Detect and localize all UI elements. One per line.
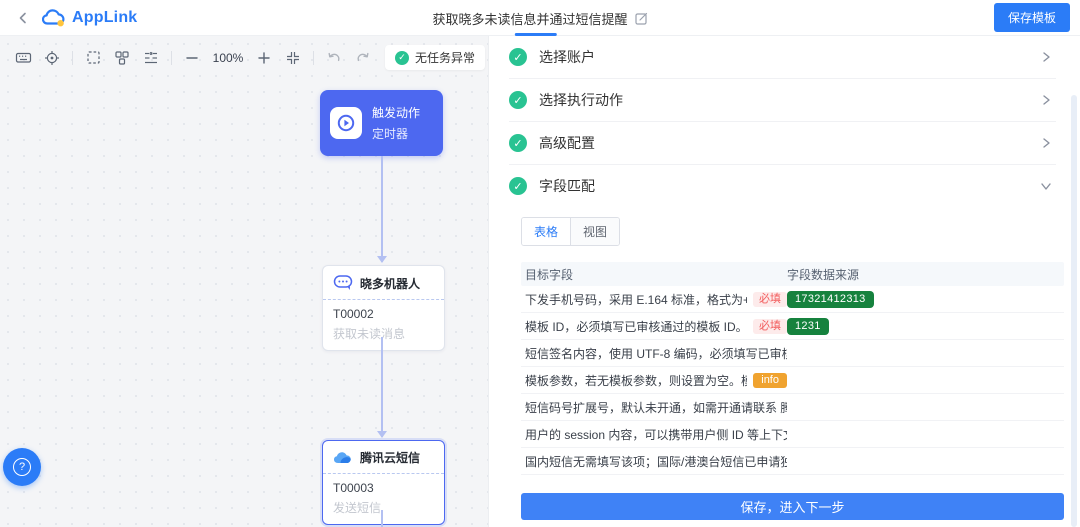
align-nodes-icon[interactable] [142, 49, 160, 67]
required-badge: 必填 [753, 319, 787, 334]
field-description: 国内短信无需填写该项；国际/港澳台短信已申请独立 SenderId ... [525, 453, 787, 470]
toolbar-divider [313, 51, 314, 65]
info-badge: info [753, 373, 787, 388]
toolbar-divider [171, 51, 172, 65]
trigger-node-subtitle: 定时器 [372, 125, 420, 142]
table-row[interactable]: 模板参数，若无模板参数，则设置为空。模板参数的个数需要与 ... info [521, 367, 1064, 394]
section-label: 选择账户 [539, 47, 595, 67]
section-label: 高级配置 [539, 133, 595, 153]
chevron-right-icon [1040, 94, 1052, 106]
table-row[interactable]: 下发手机号码，采用 E.164 标准，格式为+[国家或地区码... 必填 173… [521, 286, 1064, 313]
canvas-toolbar: 100% ✓ 无任务异常 [14, 45, 485, 70]
success-check-icon: ✓ [395, 51, 409, 65]
field-description: 短信码号扩展号，默认未开通，如需开通请联系 腾讯云短信小助... [525, 399, 787, 416]
tab-view[interactable]: 视图 [570, 218, 619, 245]
applink-workflow-editor: AppLink 获取晓多未读信息并通过短信提醒 保存模板 [0, 0, 1080, 527]
app-name: AppLink [72, 9, 137, 27]
edge-sms-down [381, 510, 383, 527]
field-description: 用户的 session 内容，可以携带用户侧 ID 等上下文信息，server … [525, 426, 787, 443]
edit-title-icon[interactable] [635, 12, 648, 25]
node-action-label: 获取未读消息 [333, 325, 434, 342]
panel-scrollbar[interactable] [1071, 95, 1077, 527]
zoom-level[interactable]: 100% [212, 51, 244, 65]
table-row[interactable]: 短信码号扩展号，默认未开通，如需开通请联系 腾讯云短信小助... [521, 394, 1064, 421]
flow-canvas[interactable]: 100% ✓ 无任务异常 [0, 36, 488, 527]
table-header-row: 目标字段 字段数据来源 [521, 262, 1064, 286]
workflow-title: 获取晓多未读信息并通过短信提醒 [432, 9, 627, 28]
node-task-id: T00003 [333, 481, 434, 495]
field-value-badge[interactable]: 1231 [787, 318, 829, 335]
task-status-text: 无任务异常 [415, 49, 475, 66]
node-trigger-timer[interactable]: 触发动作 定时器 [320, 90, 443, 156]
edge-trigger-to-robot [381, 156, 383, 262]
task-status-badge: ✓ 无任务异常 [385, 45, 485, 70]
title-active-underline [515, 33, 557, 36]
table-row[interactable]: 短信签名内容，使用 UTF-8 编码，必须填写已审核通过的签名，... [521, 340, 1064, 367]
save-next-step-button[interactable]: 保存，进入下一步 [521, 493, 1064, 520]
auto-layout-icon[interactable] [113, 49, 131, 67]
tab-table[interactable]: 表格 [522, 218, 570, 245]
field-description: 下发手机号码，采用 E.164 标准，格式为+[国家或地区码... [525, 291, 747, 308]
node-action-label: 发送短信 [333, 499, 434, 516]
config-sections: ✓ 选择账户 ✓ 选择执行动作 ✓ 高级配置 [489, 36, 1080, 207]
locate-center-icon[interactable] [43, 49, 61, 67]
zoom-out-button[interactable] [183, 49, 201, 67]
config-panel: ✓ 选择账户 ✓ 选择执行动作 ✓ 高级配置 [488, 36, 1080, 527]
column-header-data-source: 字段数据来源 [787, 266, 1064, 283]
section-complete-icon: ✓ [509, 134, 527, 152]
column-header-target-field: 目标字段 [521, 266, 787, 283]
save-template-button[interactable]: 保存模板 [994, 3, 1070, 32]
back-button[interactable] [14, 9, 32, 27]
section-complete-icon: ✓ [509, 177, 527, 195]
field-description: 短信签名内容，使用 UTF-8 编码，必须填写已审核通过的签名，... [525, 345, 787, 362]
table-row[interactable]: 模板 ID，必须填写已审核通过的模板 ID。模板 ID 可前... 必填 123… [521, 313, 1064, 340]
question-mark-icon: ? [13, 458, 31, 476]
chevron-right-icon [1040, 51, 1052, 63]
field-description: 模板参数，若无模板参数，则设置为空。模板参数的个数需要与 ... [525, 372, 747, 389]
chevron-right-icon [1040, 137, 1052, 149]
applink-cloud-icon [42, 9, 66, 27]
chevron-down-icon [1040, 180, 1052, 192]
app-header: AppLink 获取晓多未读信息并通过短信提醒 保存模板 [0, 0, 1080, 36]
node-xiaoduo-robot[interactable]: 晓多机器人 T00002 获取未读消息 [322, 265, 445, 351]
table-row[interactable]: 用户的 session 内容，可以携带用户侧 ID 等上下文信息，server … [521, 421, 1064, 448]
node-title: 晓多机器人 [360, 275, 420, 292]
tencent-cloud-icon [333, 450, 353, 465]
workflow-title-box: 获取晓多未读信息并通过短信提醒 [432, 9, 647, 28]
required-badge: 必填 [753, 292, 787, 307]
field-match-table: 目标字段 字段数据来源 下发手机号码，采用 E.164 标准，格式为+[国家或地… [521, 262, 1064, 475]
field-description: 模板 ID，必须填写已审核通过的模板 ID。模板 ID 可前... [525, 318, 747, 335]
section-select-action[interactable]: ✓ 选择执行动作 [489, 79, 1080, 121]
redo-icon[interactable] [354, 49, 372, 67]
view-mode-tabs: 表格 视图 [521, 217, 620, 246]
toolbar-divider [72, 51, 73, 65]
field-matching-content: 表格 视图 目标字段 字段数据来源 下发手机号码，采用 E.164 标准，格式为… [489, 207, 1080, 475]
section-select-account[interactable]: ✓ 选择账户 [489, 36, 1080, 78]
section-advanced-config[interactable]: ✓ 高级配置 [489, 122, 1080, 164]
marquee-select-icon[interactable] [84, 49, 102, 67]
node-task-id: T00002 [333, 307, 434, 321]
keyboard-shortcuts-icon[interactable] [14, 49, 32, 67]
timer-play-icon [330, 107, 362, 139]
undo-icon[interactable] [325, 49, 343, 67]
section-complete-icon: ✓ [509, 48, 527, 66]
edge-robot-to-sms [381, 337, 383, 437]
table-row[interactable]: 国内短信无需填写该项；国际/港澳台短信已申请独立 SenderId ... [521, 448, 1064, 475]
section-label: 字段匹配 [539, 176, 595, 196]
fit-view-icon[interactable] [284, 49, 302, 67]
zoom-in-button[interactable] [255, 49, 273, 67]
section-complete-icon: ✓ [509, 91, 527, 109]
trigger-node-title: 触发动作 [372, 104, 420, 121]
applink-logo: AppLink [42, 9, 137, 27]
section-field-matching[interactable]: ✓ 字段匹配 [489, 165, 1080, 207]
help-button[interactable]: ? [3, 448, 41, 486]
node-tencent-sms[interactable]: 腾讯云短信 T00003 发送短信 [322, 440, 445, 525]
node-title: 腾讯云短信 [360, 449, 420, 466]
section-label: 选择执行动作 [539, 90, 623, 110]
field-value-badge[interactable]: 17321412313 [787, 291, 874, 308]
robot-chat-icon [333, 274, 353, 292]
